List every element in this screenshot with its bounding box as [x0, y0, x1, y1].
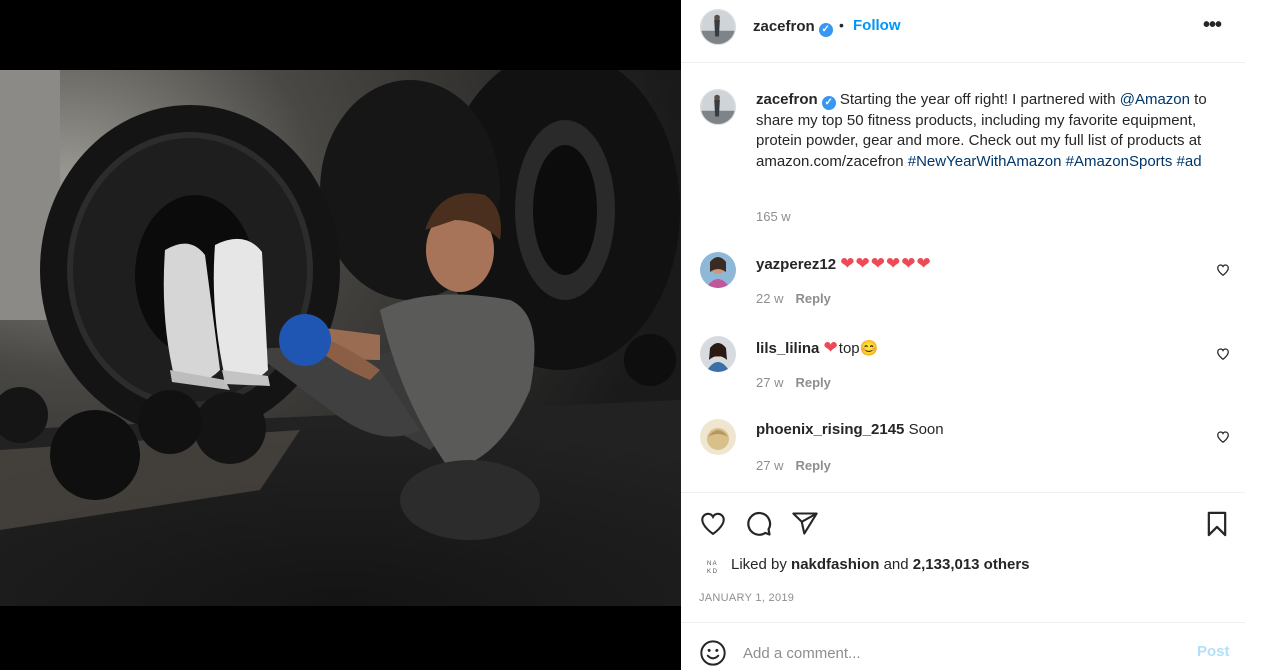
likes-prefix: Liked by — [731, 556, 792, 573]
svg-text:K D: K D — [707, 569, 718, 575]
add-comment-bar: Post — [681, 622, 1245, 670]
author-username[interactable]: zacefron ✓ — [753, 18, 833, 37]
post-media-panel — [0, 0, 681, 670]
caption-author-avatar-image — [701, 90, 735, 124]
comment-smile-emoji: 😊 — [859, 340, 879, 357]
reply-button[interactable]: Reply — [795, 291, 830, 306]
comment-timestamp[interactable]: 22 w — [756, 291, 783, 306]
author-avatar[interactable] — [700, 9, 736, 45]
commenter-avatar[interactable] — [700, 419, 736, 455]
caption-hashtag-link[interactable]: #ad — [1177, 153, 1202, 170]
comment-timestamp[interactable]: 27 w — [756, 375, 783, 390]
emoji-smiley-icon[interactable] — [699, 639, 727, 667]
reply-button[interactable]: Reply — [795, 458, 830, 473]
comment-username[interactable]: lils_lilina — [756, 340, 819, 357]
caption-mention-link[interactable]: @Amazon — [1120, 91, 1190, 108]
author-username-text[interactable]: zacefron — [753, 18, 815, 35]
comment-body: top — [838, 340, 860, 357]
comment-bubble-icon[interactable] — [745, 510, 773, 538]
comment-username[interactable]: yazperez12 — [756, 256, 836, 273]
share-paper-plane-icon[interactable] — [791, 510, 819, 538]
comment-meta: 22 w Reply — [756, 291, 831, 306]
comment-text: lils_lilina ❤top😊 — [756, 338, 878, 358]
post-caption: zacefron ✓ Starting the year off right! I… — [756, 90, 1216, 172]
right-margin — [1245, 0, 1270, 670]
likes-middle: and — [879, 556, 913, 573]
like-heart-icon[interactable] — [699, 510, 727, 538]
commenter-avatar-image — [700, 336, 736, 372]
likes-others-link[interactable]: 2,133,013 others — [913, 556, 1030, 573]
comment-meta: 27 w Reply — [756, 458, 831, 473]
post-actions-section: N A K D Liked by nakdfashion and 2,133,0… — [681, 492, 1245, 622]
comment-timestamp[interactable]: 27 w — [756, 458, 783, 473]
comment-body: ❤❤❤❤❤❤ — [840, 254, 932, 273]
caption-author-avatar[interactable] — [700, 89, 736, 125]
caption-hashtag-link[interactable]: #NewYearWithAmazon — [908, 153, 1062, 170]
save-bookmark-icon[interactable] — [1203, 510, 1231, 538]
commenter-avatar-image — [700, 419, 736, 455]
caption-text-part-1: Starting the year off right! I partnered… — [839, 91, 1120, 108]
header-separator-dot: • — [839, 17, 844, 33]
comment-item: phoenix_rising_2145 Soon 27 w Reply — [681, 419, 1245, 483]
comment-text: phoenix_rising_2145 Soon — [756, 421, 944, 438]
svg-text:N A: N A — [707, 561, 717, 567]
more-options-icon[interactable]: ••• — [1203, 14, 1222, 37]
comment-item: lils_lilina ❤top😊 27 w Reply — [681, 336, 1245, 400]
author-avatar-image — [701, 10, 735, 44]
post-comment-button[interactable]: Post — [1197, 643, 1230, 660]
post-date[interactable]: JANUARY 1, 2019 — [699, 592, 794, 604]
comment-like-heart-icon[interactable] — [1216, 430, 1230, 444]
likes-summary: Liked by nakdfashion and 2,133,013 other… — [731, 556, 1030, 573]
comment-username[interactable]: phoenix_rising_2145 — [756, 421, 904, 438]
caption-hashtag-link[interactable]: #AmazonSports — [1066, 153, 1173, 170]
post-photo[interactable] — [0, 70, 681, 606]
reply-button[interactable]: Reply — [795, 375, 830, 390]
caption-timestamp[interactable]: 165 w — [756, 209, 791, 224]
comment-heart-emoji: ❤ — [823, 338, 839, 357]
comment-text: yazperez12 ❤❤❤❤❤❤ — [756, 254, 932, 274]
post-photo-illustration — [0, 70, 681, 606]
comment-like-heart-icon[interactable] — [1216, 263, 1230, 277]
post-header: zacefron ✓ • Follow ••• — [681, 0, 1245, 63]
comment-item: yazperez12 ❤❤❤❤❤❤ 22 w Reply — [681, 252, 1245, 316]
liker-username[interactable]: nakdfashion — [791, 556, 879, 573]
commenter-avatar[interactable] — [700, 336, 736, 372]
comments-list[interactable]: zacefron ✓ Starting the year off right! I… — [681, 64, 1245, 492]
commenter-avatar[interactable] — [700, 252, 736, 288]
follow-button[interactable]: Follow — [853, 17, 901, 34]
verified-badge-icon: ✓ — [818, 23, 833, 37]
comment-input[interactable] — [743, 639, 1163, 667]
liker-avatar[interactable]: N A K D — [704, 557, 724, 577]
post-side-panel: zacefron ✓ • Follow ••• zacefron ✓ Startin… — [681, 0, 1245, 670]
caption-verified-badge-icon: ✓ — [821, 96, 836, 110]
comment-like-heart-icon[interactable] — [1216, 347, 1230, 361]
comment-meta: 27 w Reply — [756, 375, 831, 390]
caption-username[interactable]: zacefron — [756, 91, 818, 108]
commenter-avatar-image — [700, 252, 736, 288]
comment-body: Soon — [908, 421, 944, 438]
